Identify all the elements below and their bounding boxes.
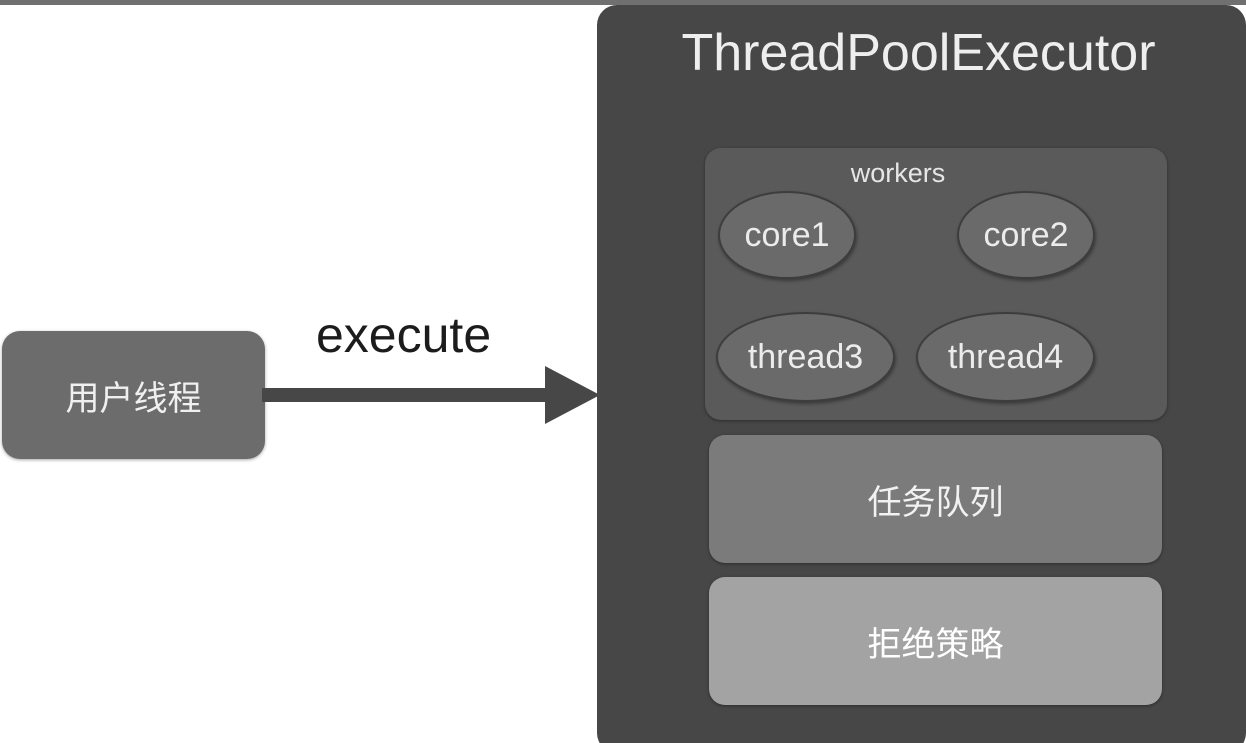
task-queue-box: 任务队列 <box>709 435 1162 563</box>
arrow-shaft <box>262 388 548 402</box>
thread-pool-executor-box: ThreadPoolExecutor workers core1 core2 t… <box>597 5 1246 743</box>
worker-core1: core1 <box>718 191 856 279</box>
task-queue-label: 任务队列 <box>867 482 1004 523</box>
workers-box: workers core1 core2 thread3 thread4 <box>705 148 1167 420</box>
reject-policy-box: 拒绝策略 <box>709 577 1162 705</box>
worker-thread4: thread4 <box>916 312 1095 402</box>
diagram-canvas: 用户线程 execute ThreadPoolExecutor workers … <box>0 0 1246 743</box>
worker-label: core1 <box>744 215 830 254</box>
reject-policy-label: 拒绝策略 <box>867 624 1004 665</box>
worker-label: thread4 <box>947 337 1064 376</box>
workers-label: workers <box>850 158 946 188</box>
execute-label: execute <box>316 307 492 363</box>
arrow-head <box>545 366 600 424</box>
user-thread-label: 用户线程 <box>65 378 202 419</box>
worker-thread3: thread3 <box>716 312 895 402</box>
worker-core2: core2 <box>957 191 1095 279</box>
execute-arrow <box>262 366 600 424</box>
user-thread-box: 用户线程 <box>2 331 265 459</box>
worker-label: thread3 <box>747 337 864 376</box>
executor-title: ThreadPoolExecutor <box>681 24 1156 82</box>
worker-label: core2 <box>983 215 1069 254</box>
